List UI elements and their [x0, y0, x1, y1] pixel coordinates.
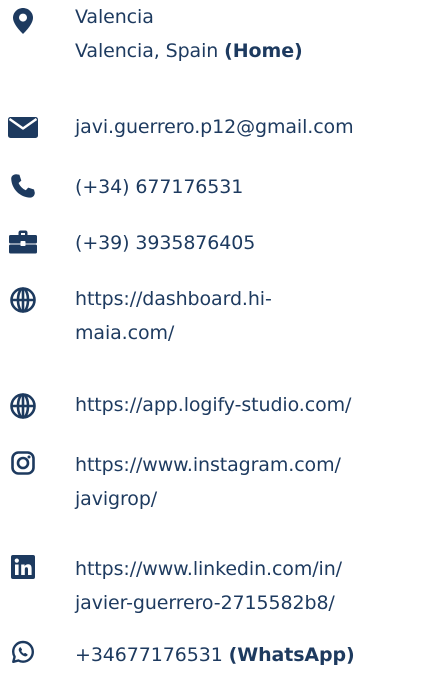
globe-icon	[10, 287, 36, 313]
contact-list: Valencia Valencia, Spain (Home) javi.gue…	[0, 0, 438, 679]
location-address-line: Valencia, Spain (Home)	[75, 34, 437, 68]
linkedin-icon	[10, 554, 36, 580]
location-tag: (Home)	[224, 40, 303, 62]
work-phone-link[interactable]: (+39) 3935876405	[75, 226, 437, 260]
website-1-line-1[interactable]: https://dashboard.hi-	[75, 282, 437, 316]
linkedin-line-2[interactable]: javier-guerrero-2715582b8/	[75, 586, 437, 620]
location-address: Valencia, Spain	[75, 40, 219, 62]
website-1-line-2[interactable]: maia.com/	[75, 316, 437, 350]
instagram-line-2[interactable]: javigrop/	[75, 482, 437, 516]
whatsapp-link[interactable]: +34677176531	[75, 644, 223, 666]
globe-icon	[10, 393, 36, 419]
instagram-line-1[interactable]: https://www.instagram.com/	[75, 448, 437, 482]
phone-icon	[10, 173, 36, 199]
linkedin-line-1[interactable]: https://www.linkedin.com/in/	[75, 552, 437, 586]
instagram-icon	[10, 450, 36, 476]
whatsapp-tag: (WhatsApp)	[228, 644, 355, 666]
map-marker-icon	[10, 8, 36, 34]
phone-link[interactable]: (+34) 677176531	[75, 170, 437, 204]
location-city: Valencia	[75, 6, 154, 28]
location-text: Valencia Valencia, Spain (Home)	[75, 0, 437, 68]
website-2-link[interactable]: https://app.logify-studio.com/	[75, 388, 437, 422]
briefcase-icon	[8, 229, 38, 255]
envelope-icon	[8, 114, 38, 140]
whatsapp-icon	[10, 639, 36, 665]
email-link[interactable]: javi.guerrero.p12@gmail.com	[75, 110, 437, 144]
whatsapp-text: +34677176531 (WhatsApp)	[75, 638, 437, 672]
